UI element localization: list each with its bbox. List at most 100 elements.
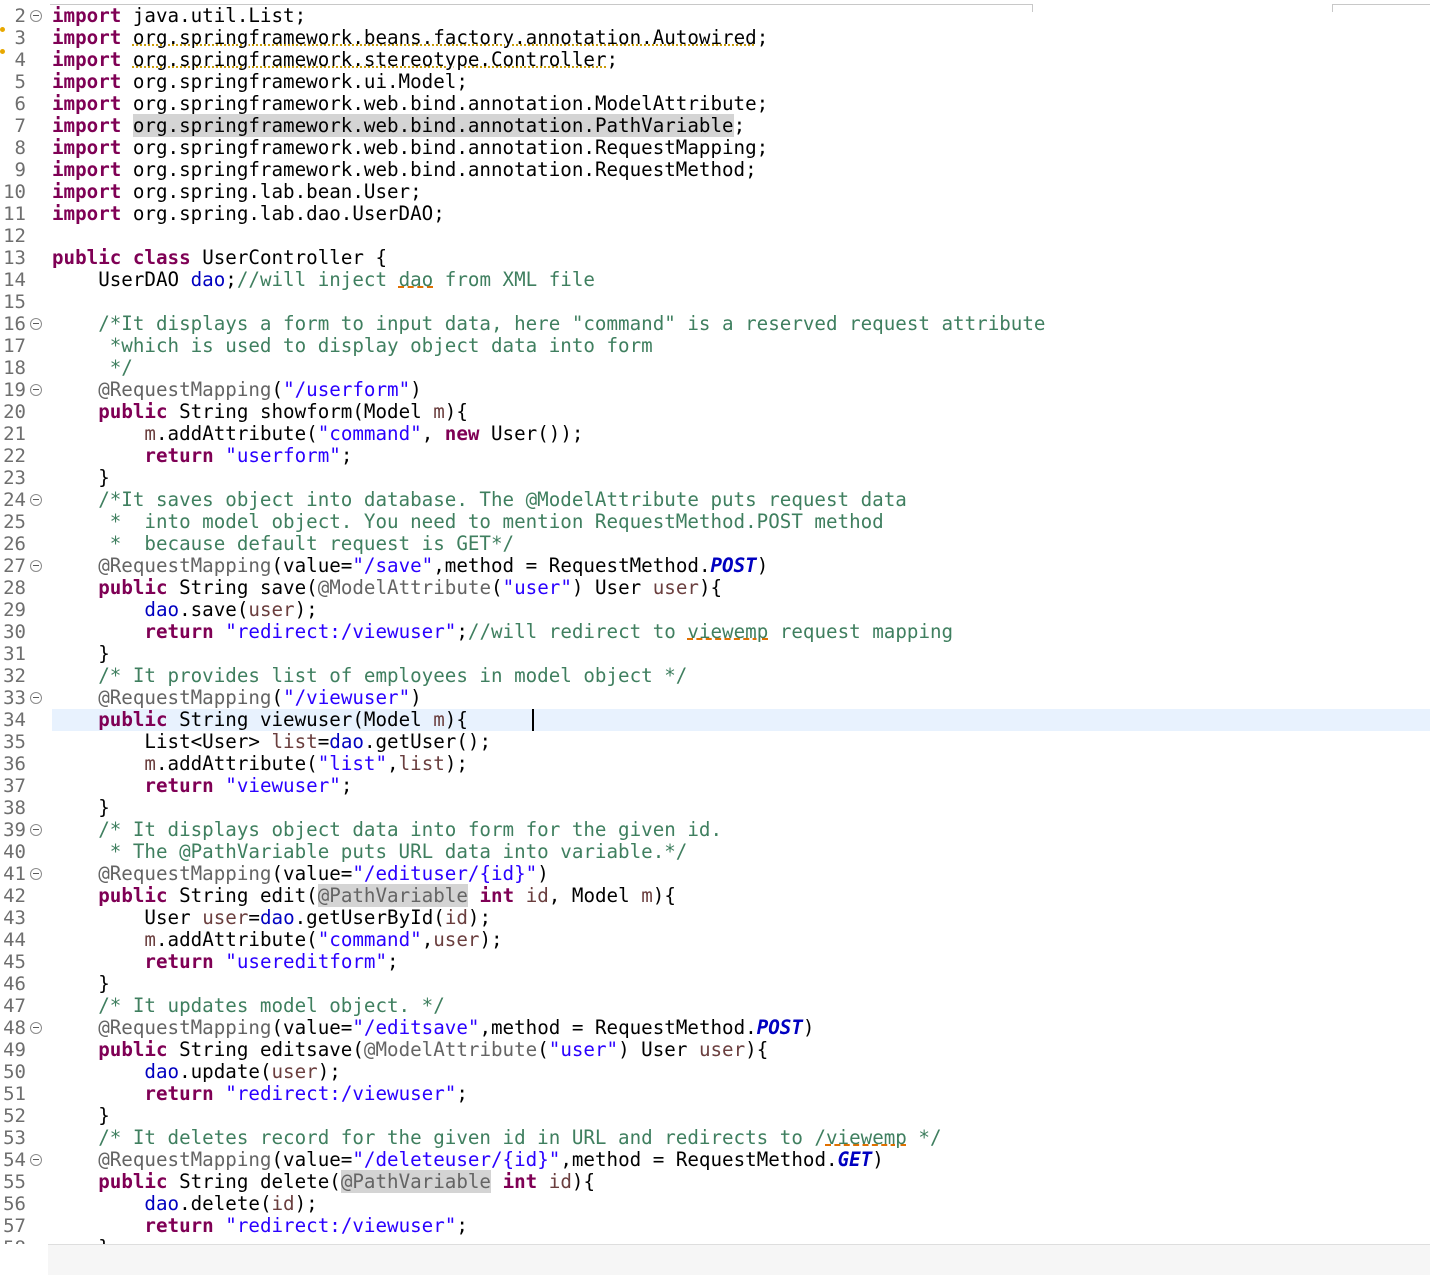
code-text[interactable]: /* It updates model object. */ <box>52 995 445 1017</box>
code-line[interactable]: 43 User user=dao.getUserById(id); <box>0 907 1430 930</box>
code-text[interactable]: * because default request is GET*/ <box>52 533 514 555</box>
code-text[interactable]: @RequestMapping(value="/save",method = R… <box>52 555 768 577</box>
code-line[interactable]: 42 public String edit(@PathVariable int … <box>0 884 1430 907</box>
code-line[interactable]: 15 <box>0 291 1430 313</box>
code-line[interactable]: 54 @RequestMapping(value="/deleteuser/{i… <box>0 1149 1430 1172</box>
code-text[interactable]: m.addAttribute("command", new User()); <box>52 423 583 445</box>
code-line[interactable]: 25 * into model object. You need to ment… <box>0 511 1430 534</box>
code-text[interactable]: public String editsave(@ModelAttribute("… <box>52 1039 768 1061</box>
code-line[interactable]: 41 @RequestMapping(value="/edituser/{id}… <box>0 863 1430 886</box>
code-text[interactable]: UserDAO dao;//will inject dao from XML f… <box>52 269 595 291</box>
code-line[interactable]: 3 import org.springframework.beans.factor… <box>0 27 1430 49</box>
collapse-minus-icon[interactable] <box>30 560 42 572</box>
code-text[interactable]: @RequestMapping("/userform") <box>52 379 422 401</box>
code-text[interactable]: @RequestMapping(value="/deleteuser/{id}"… <box>52 1149 884 1171</box>
code-line[interactable]: 38 } <box>0 797 1430 820</box>
code-line[interactable]: 7 import org.springframework.web.bind.ann… <box>0 114 1430 137</box>
code-text[interactable]: } <box>52 643 110 665</box>
code-line[interactable]: 2 import java.util.List; <box>0 5 1430 28</box>
code-text[interactable]: return "userform"; <box>52 445 352 467</box>
code-line[interactable]: 22 return "userform"; <box>0 445 1430 468</box>
code-text[interactable]: return "usereditform"; <box>52 951 398 973</box>
collapse-minus-icon[interactable] <box>30 1022 42 1034</box>
code-text[interactable]: import org.springframework.web.bind.anno… <box>52 159 757 181</box>
collapse-minus-icon[interactable] <box>30 868 42 880</box>
code-text[interactable]: } <box>52 973 110 995</box>
code-text[interactable]: * into model object. You need to mention… <box>52 511 884 533</box>
code-line[interactable]: 24 /*It saves object into database. The … <box>0 489 1430 512</box>
code-line[interactable]: 46 } <box>0 973 1430 996</box>
code-line[interactable]: 23 } <box>0 467 1430 490</box>
code-line[interactable]: 8 import org.springframework.web.bind.ann… <box>0 137 1430 160</box>
horizontal-scrollbar[interactable] <box>48 1244 1430 1275</box>
code-text[interactable]: /* It displays object data into form for… <box>52 819 722 841</box>
collapse-minus-icon[interactable] <box>30 384 42 396</box>
code-line[interactable]: 36 m.addAttribute("list",list); <box>0 753 1430 776</box>
code-line[interactable]: 5 import org.springframework.ui.Model; <box>0 71 1430 94</box>
code-text[interactable]: /*It displays a form to input data, here… <box>52 313 1045 335</box>
code-text[interactable]: public String edit(@PathVariable int id,… <box>52 884 676 907</box>
code-text[interactable]: dao.delete(id); <box>52 1193 317 1215</box>
code-line[interactable]: 57 return "redirect:/viewuser"; <box>0 1215 1430 1238</box>
code-line[interactable]: 44 m.addAttribute("command",user); <box>0 929 1430 952</box>
code-line[interactable]: 35 List<User> list=dao.getUser(); <box>0 731 1430 754</box>
collapse-minus-icon[interactable] <box>30 692 42 704</box>
code-editor[interactable]: 2 import java.util.List; 3 import org.sprin… <box>0 4 1430 1244</box>
code-line[interactable]: 30 return "redirect:/viewuser";//will re… <box>0 621 1430 644</box>
code-text[interactable]: } <box>52 797 110 819</box>
warning-dot-icon[interactable] <box>0 27 5 32</box>
code-text[interactable]: public String viewuser(Model m){ <box>52 709 468 731</box>
code-text[interactable]: import org.springframework.web.bind.anno… <box>52 137 768 159</box>
code-line[interactable]: 19 @RequestMapping("/userform") <box>0 379 1430 402</box>
code-text[interactable]: @RequestMapping(value="/edituser/{id}") <box>52 863 549 885</box>
code-text[interactable]: return "redirect:/viewuser"; <box>52 1215 467 1237</box>
code-line[interactable]: 12 <box>0 225 1430 247</box>
code-text[interactable]: return "redirect:/viewuser"; <box>52 1083 467 1105</box>
code-line[interactable]: 9 import org.springframework.web.bind.ann… <box>0 159 1430 182</box>
code-text[interactable]: import java.util.List; <box>52 5 306 27</box>
code-line[interactable]: 13 public class UserController { <box>0 247 1430 270</box>
code-text[interactable]: @RequestMapping(value="/editsave",method… <box>52 1017 814 1039</box>
code-text[interactable]: import org.spring.lab.dao.UserDAO; <box>52 203 445 225</box>
code-line[interactable]: 51 return "redirect:/viewuser"; <box>0 1083 1430 1106</box>
code-text[interactable]: * The @PathVariable puts URL data into v… <box>52 841 688 863</box>
code-line[interactable]: 11 import org.spring.lab.dao.UserDAO; <box>0 203 1430 226</box>
code-text[interactable]: import org.springframework.stereotype.Co… <box>52 49 618 71</box>
code-line[interactable]: 49 public String editsave(@ModelAttribut… <box>0 1039 1430 1062</box>
code-text[interactable]: @RequestMapping("/viewuser") <box>52 687 422 709</box>
code-text[interactable]: m.addAttribute("command",user); <box>52 929 502 951</box>
code-line[interactable]: 16 /*It displays a form to input data, h… <box>0 313 1430 336</box>
code-text[interactable]: return "redirect:/viewuser";//will redir… <box>52 621 953 643</box>
code-text[interactable]: import org.springframework.web.bind.anno… <box>52 93 768 115</box>
code-line[interactable]: 39 /* It displays object data into form … <box>0 819 1430 842</box>
code-text[interactable]: import org.spring.lab.bean.User; <box>52 181 422 203</box>
code-line[interactable]: 10 import org.spring.lab.bean.User; <box>0 181 1430 204</box>
code-text[interactable]: /*It saves object into database. The @Mo… <box>52 489 907 511</box>
code-text[interactable]: import org.springframework.ui.Model; <box>52 71 468 93</box>
code-line[interactable]: 50 dao.update(user); <box>0 1061 1430 1084</box>
code-line[interactable]: 52 } <box>0 1105 1430 1128</box>
code-line[interactable]: 27 @RequestMapping(value="/save",method … <box>0 555 1430 578</box>
code-line[interactable]: 56 dao.delete(id); <box>0 1193 1430 1216</box>
code-line[interactable]: 47 /* It updates model object. */ <box>0 995 1430 1018</box>
collapse-minus-icon[interactable] <box>30 494 42 506</box>
code-line[interactable]: 45 return "usereditform"; <box>0 951 1430 974</box>
collapse-minus-icon[interactable] <box>30 1154 42 1166</box>
code-line[interactable]: 34 public String viewuser(Model m){ <box>0 709 1430 731</box>
code-line[interactable]: 31 } <box>0 643 1430 666</box>
code-line[interactable]: 21 m.addAttribute("command", new User())… <box>0 423 1430 446</box>
collapse-minus-icon[interactable] <box>30 824 42 836</box>
collapse-minus-icon[interactable] <box>30 318 42 330</box>
code-line[interactable]: 28 public String save(@ModelAttribute("u… <box>0 577 1430 600</box>
code-text[interactable]: public String showform(Model m){ <box>52 401 468 423</box>
code-text[interactable]: } <box>52 1105 110 1127</box>
code-line[interactable]: 40 * The @PathVariable puts URL data int… <box>0 841 1430 864</box>
code-text[interactable]: return "viewuser"; <box>52 775 352 797</box>
code-line[interactable]: 29 dao.save(user); <box>0 599 1430 622</box>
code-line[interactable]: 18 */ <box>0 357 1430 380</box>
code-text[interactable]: /* It deletes record for the given id in… <box>52 1127 941 1149</box>
code-text[interactable]: import org.springframework.beans.factory… <box>52 27 768 49</box>
code-text[interactable]: public class UserController { <box>52 247 387 269</box>
code-line[interactable]: 20 public String showform(Model m){ <box>0 401 1430 424</box>
code-line[interactable]: 48 @RequestMapping(value="/editsave",met… <box>0 1017 1430 1040</box>
